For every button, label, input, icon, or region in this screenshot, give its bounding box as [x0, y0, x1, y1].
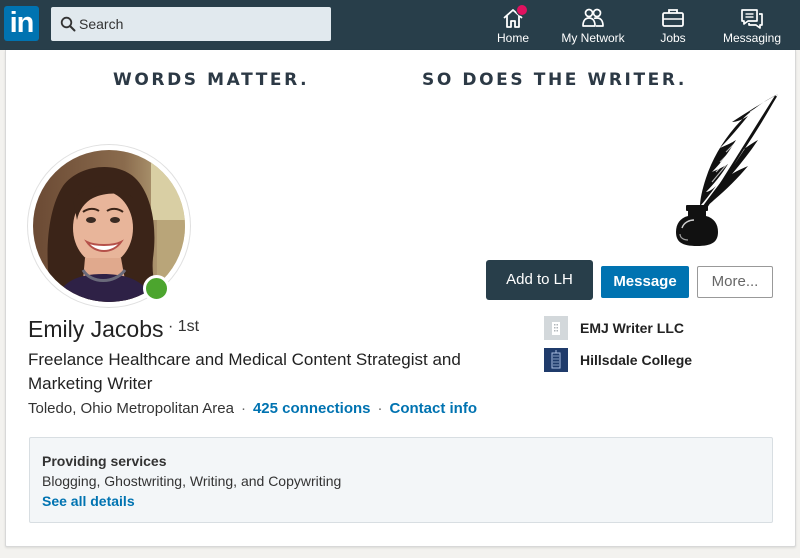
add-to-lh-button[interactable]: Add to LH — [486, 260, 593, 300]
contact-info-link[interactable]: Contact info — [390, 400, 478, 417]
top-nav-bar: in Search Home My Network Jobs Messaging — [0, 0, 800, 50]
school-name: Hillsdale College — [580, 352, 693, 368]
profile-name: Emily Jacobs — [28, 316, 164, 342]
profile-location-line: Toledo, Ohio Metropolitan Area · 425 conne… — [28, 400, 477, 417]
message-button[interactable]: Message — [601, 266, 689, 298]
nav-my-network[interactable]: My Network — [557, 0, 629, 50]
services-list: Blogging, Ghostwriting, Writing, and Cop… — [42, 473, 342, 489]
quill-inkwell-graphic — [676, 94, 778, 246]
briefcase-icon — [662, 9, 684, 27]
services-title: Providing services — [42, 453, 167, 469]
nav-messaging[interactable]: Messaging — [720, 0, 784, 50]
separator-dot: · — [377, 400, 383, 417]
banner-text-left: WORDS MATTER. — [113, 70, 310, 90]
company-icon — [544, 316, 568, 340]
banner-text-right: SO DOES THE WRITER. — [422, 70, 687, 90]
profile-location: Toledo, Ohio Metropolitan Area — [28, 400, 234, 417]
nav-home[interactable]: Home — [490, 0, 536, 50]
more-button[interactable]: More... — [697, 266, 773, 298]
nav-jobs[interactable]: Jobs — [655, 0, 691, 50]
connections-link[interactable]: 425 connections — [253, 400, 371, 417]
company-name: EMJ Writer LLC — [580, 320, 684, 336]
nav-my-network-label: My Network — [561, 31, 625, 45]
connection-degree: · 1st — [168, 318, 200, 335]
separator-dot: · — [240, 400, 246, 417]
search-bar[interactable]: Search — [51, 7, 331, 41]
search-icon — [60, 16, 76, 32]
profile-headline: Freelance Healthcare and Medical Content… — [28, 350, 461, 393]
see-all-details-link[interactable]: See all details — [42, 493, 135, 509]
notification-badge — [516, 4, 528, 16]
linkedin-logo[interactable]: in — [4, 6, 39, 41]
online-status-indicator — [143, 275, 170, 302]
nav-home-label: Home — [496, 31, 529, 45]
providing-services-box: Providing services Blogging, Ghostwritin… — [29, 437, 773, 523]
nav-messaging-label: Messaging — [722, 31, 782, 45]
network-icon — [582, 8, 604, 27]
school-icon — [544, 348, 568, 372]
messaging-icon — [741, 9, 763, 29]
search-placeholder: Search — [79, 16, 124, 32]
nav-jobs-label: Jobs — [660, 31, 686, 45]
